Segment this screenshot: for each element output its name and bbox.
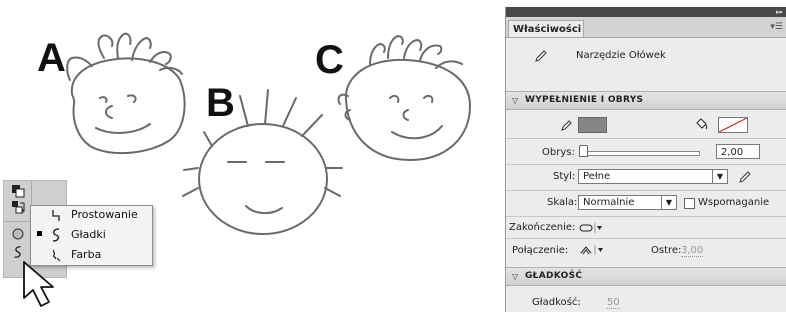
row-separator bbox=[506, 164, 786, 165]
skala-label: Skala: bbox=[547, 197, 578, 208]
object-drawing-icon[interactable] bbox=[11, 227, 25, 241]
row-separator bbox=[506, 238, 786, 239]
toolbox-divider bbox=[4, 221, 31, 222]
properties-panel: ▸▸ Właściwości ▾☰ Narzędzie Ołówek ▽ WYP… bbox=[505, 7, 786, 312]
menu-item-label: Prostowanie bbox=[71, 208, 138, 221]
row-separator bbox=[506, 216, 786, 217]
panel-tab-bar: Właściwości ▾☰ bbox=[506, 17, 786, 38]
fill-stroke-swap-icon[interactable] bbox=[11, 184, 25, 198]
section-header-fill-stroke[interactable]: ▽ WYPEŁNIENIE I OBRYS bbox=[506, 91, 786, 110]
no-color-slash-icon bbox=[719, 118, 747, 132]
cap-label: Zakończenie: bbox=[509, 222, 576, 233]
menu-item-label: Gładki bbox=[71, 228, 106, 241]
stroke-style-value: Pełne bbox=[583, 171, 611, 182]
face-b-drawing bbox=[182, 89, 343, 235]
stroke-width-field[interactable]: 2,00 bbox=[716, 144, 760, 159]
smoothing-label: Gładkość: bbox=[532, 297, 581, 308]
pencil-mode-menu: Prostowanie Gładki Farba bbox=[30, 205, 153, 266]
dropdown-arrow-icon: ▼ bbox=[661, 196, 676, 209]
hinting-label: Wspomaganie bbox=[698, 197, 770, 208]
edit-stroke-style-icon[interactable] bbox=[738, 170, 752, 184]
stroke-style-dropdown[interactable]: Pełne ▼ bbox=[578, 169, 728, 184]
section-collapse-icon: ▽ bbox=[512, 272, 519, 281]
pencil-mode-icon[interactable] bbox=[11, 245, 25, 259]
dropdown-arrow-icon: ▼ bbox=[712, 170, 727, 183]
stroke-color-pencil-icon bbox=[561, 120, 572, 131]
toolbox-divider bbox=[31, 181, 32, 207]
tool-name: Narzędzie Ołówek bbox=[576, 50, 666, 61]
miter-value[interactable]: 3,00 bbox=[681, 245, 704, 257]
stroke-width-slider-track[interactable] bbox=[580, 151, 700, 156]
straighten-icon bbox=[52, 210, 60, 221]
selected-bullet-icon bbox=[37, 231, 42, 236]
section-header-smoothing[interactable]: ▽ GŁADKOŚĆ bbox=[506, 267, 786, 286]
join-label: Połączenie: bbox=[512, 245, 569, 256]
pencil-icon bbox=[535, 50, 547, 62]
scale-dropdown[interactable]: Normalnie ▼ bbox=[578, 195, 677, 210]
hinting-checkbox[interactable] bbox=[684, 198, 695, 209]
menu-item-straighten[interactable]: Prostowanie bbox=[31, 206, 152, 224]
cap-type-dropdown[interactable] bbox=[579, 222, 603, 234]
join-type-dropdown[interactable] bbox=[579, 244, 605, 256]
smooth-icon bbox=[52, 228, 60, 242]
tool-info: Narzędzie Ołówek bbox=[506, 37, 786, 91]
styl-label: Styl: bbox=[553, 171, 576, 182]
row-separator bbox=[506, 190, 786, 191]
section-collapse-icon: ▽ bbox=[512, 96, 519, 105]
smoothing-value[interactable]: 50 bbox=[607, 297, 620, 309]
mouse-pointer-icon bbox=[23, 261, 54, 307]
section-title: WYPEŁNIENIE I OBRYS bbox=[525, 95, 644, 105]
face-a-drawing bbox=[66, 32, 186, 155]
stroke-color-swatch[interactable] bbox=[578, 117, 607, 133]
tab-properties[interactable]: Właściwości bbox=[508, 20, 584, 37]
swap-colors-icon[interactable] bbox=[11, 200, 25, 214]
section-title: GŁADKOŚĆ bbox=[525, 271, 583, 281]
obrys-label: Obrys: bbox=[542, 147, 575, 158]
face-c-drawing bbox=[337, 35, 471, 161]
stroke-width-slider-thumb[interactable] bbox=[579, 145, 588, 157]
fill-bucket-icon bbox=[696, 118, 708, 130]
scale-value: Normalnie bbox=[583, 197, 635, 208]
panel-title-bar: ▸▸ bbox=[506, 7, 786, 17]
row-separator bbox=[506, 138, 786, 139]
fill-color-swatch[interactable] bbox=[718, 117, 748, 133]
panel-options-menu-icon[interactable]: ▾☰ bbox=[770, 22, 783, 32]
collapse-panel-icon[interactable]: ▸▸ bbox=[776, 7, 783, 17]
menu-item-smooth[interactable]: Gładki bbox=[31, 226, 152, 244]
miter-label: Ostre: bbox=[651, 245, 682, 256]
